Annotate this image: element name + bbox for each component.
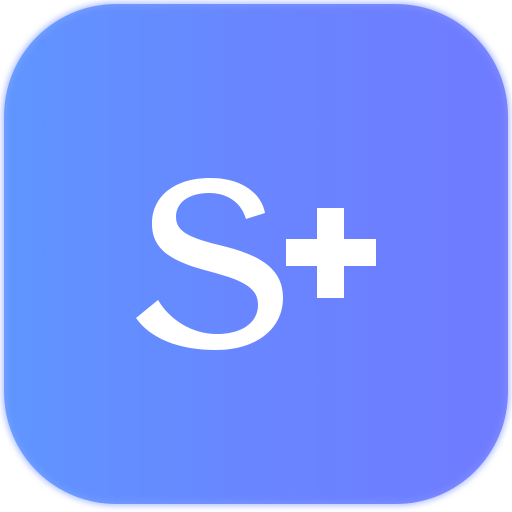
app-icon-wrapper[interactable]	[0, 0, 512, 512]
s-letter-icon	[136, 178, 283, 350]
plus-icon	[286, 208, 376, 298]
s-plus-glyph	[0, 0, 512, 512]
s-plus-icon	[136, 178, 376, 350]
